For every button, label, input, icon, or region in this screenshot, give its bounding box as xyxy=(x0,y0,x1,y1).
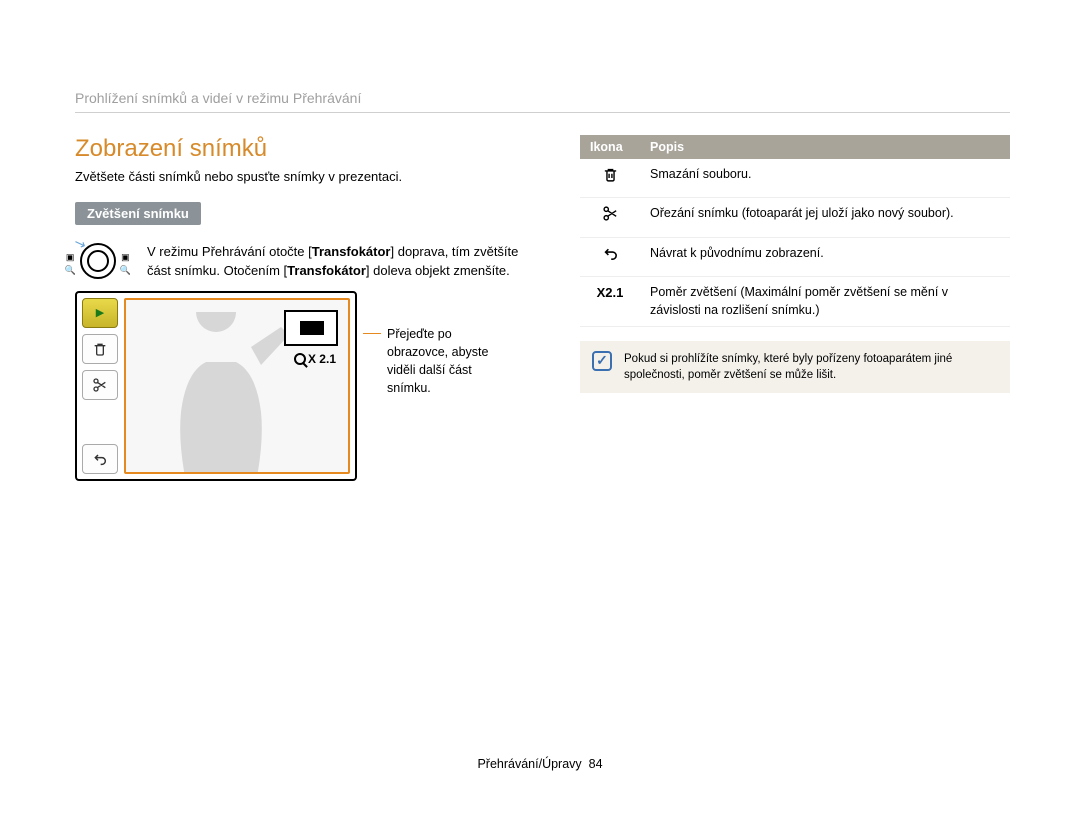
page-title: Zobrazení snímků xyxy=(75,135,540,163)
return-icon xyxy=(580,237,640,276)
table-header-desc: Popis xyxy=(640,135,1010,159)
note-text: Pokud si prohlížíte snímky, které byly p… xyxy=(624,351,998,383)
callout-connector xyxy=(363,333,381,334)
trash-button-icon xyxy=(82,334,118,364)
return-button-icon xyxy=(82,444,118,474)
icon-description-table: Ikona Popis Smazání souboru. xyxy=(580,135,1010,327)
table-row: X2.1 Poměr zvětšení (Maximální poměr zvě… xyxy=(580,277,1010,327)
zoom-instruction-text: V režimu Přehrávání otočte [Transfokátor… xyxy=(147,243,540,281)
zoom-dial-icon: ↘ xyxy=(80,243,116,279)
trash-icon xyxy=(580,159,640,198)
section-pill: Zvětšení snímku xyxy=(75,202,201,225)
page-footer: Přehrávání/Úpravy 84 xyxy=(0,757,1080,771)
table-cell: Smazání souboru. xyxy=(640,159,1010,198)
zoom-ratio-icon: X2.1 xyxy=(580,277,640,327)
camera-screen-mock: X 2.1 xyxy=(75,291,357,481)
subtitle: Zvětšete části snímků nebo spusťte snímk… xyxy=(75,169,540,184)
photo-silhouette xyxy=(156,312,296,474)
table-row: Smazání souboru. xyxy=(580,159,1010,198)
table-row: Ořezání snímku (fotoaparát jej uloží jak… xyxy=(580,198,1010,237)
table-cell: Poměr zvětšení (Maximální poměr zvětšení… xyxy=(640,277,1010,327)
table-cell: Ořezání snímku (fotoaparát jej uloží jak… xyxy=(640,198,1010,237)
scissors-icon xyxy=(580,198,640,237)
table-cell: Návrat k původnímu zobrazení. xyxy=(640,237,1010,276)
zoom-ratio-label: X 2.1 xyxy=(294,352,336,366)
table-header-icon: Ikona xyxy=(580,135,640,159)
crop-rectangle-icon xyxy=(284,310,338,346)
note-icon: ✓ xyxy=(592,351,612,371)
scissors-button-icon xyxy=(82,370,118,400)
table-row: Návrat k původnímu zobrazení. xyxy=(580,237,1010,276)
callout-text: Přejeďte po obrazovce, abyste viděli dal… xyxy=(387,325,507,398)
breadcrumb: Prohlížení snímků a videí v režimu Přehr… xyxy=(75,90,1010,113)
note-box: ✓ Pokud si prohlížíte snímky, které byly… xyxy=(580,341,1010,393)
play-button-icon xyxy=(82,298,118,328)
magnifier-icon xyxy=(294,353,306,365)
zoom-glyph-column: ▣ 🔍 ↘ ▣ 🔍 xyxy=(75,243,131,279)
